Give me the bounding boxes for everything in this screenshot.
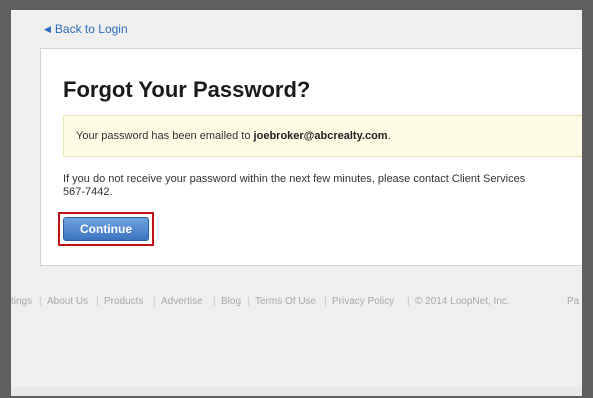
success-notice: Your password has been emailed to joebro…	[63, 115, 582, 157]
page-title: Forgot Your Password?	[63, 77, 311, 102]
notice-period: .	[387, 130, 391, 142]
footer-link-advertise[interactable]: Advertise	[161, 296, 203, 307]
continue-button[interactable]: Continue	[63, 217, 149, 241]
page-viewport: ◀ Back to Login Forgot Your Password? You…	[11, 10, 582, 396]
back-to-login-label: Back to Login	[54, 22, 128, 36]
footer-copyright: © 2014 LoopNet, Inc.	[415, 296, 510, 307]
footer-separator: |	[96, 296, 99, 307]
contact-info-line-1: If you do not receive your password with…	[63, 173, 526, 185]
footer-link-partial[interactable]: Pa	[567, 296, 579, 307]
footer-separator: |	[39, 296, 42, 307]
footer-separator: |	[247, 296, 250, 307]
footer-link-blog[interactable]: Blog	[221, 296, 241, 307]
page-bottom-strip	[11, 387, 582, 396]
notice-email: joebroker@abcrealty.com	[253, 130, 388, 142]
contact-info: If you do not receive your password with…	[63, 173, 582, 199]
forgot-password-panel: Forgot Your Password? Your password has …	[40, 48, 582, 266]
footer-link-privacy-policy[interactable]: Privacy Policy	[332, 296, 394, 307]
footer-separator: |	[213, 296, 216, 307]
screenshot-frame: ◀ Back to Login Forgot Your Password? You…	[0, 0, 593, 398]
notice-text: Your password has been emailed to	[76, 130, 254, 142]
contact-info-line-2: 567-7442.	[63, 186, 113, 198]
back-to-login-link[interactable]: ◀ Back to Login	[44, 22, 128, 36]
footer-link-terms-of-use[interactable]: Terms Of Use	[255, 296, 316, 307]
footer-separator: |	[324, 296, 327, 307]
footer-link-about-us[interactable]: About Us	[47, 296, 88, 307]
left-triangle-icon: ◀	[44, 24, 51, 34]
footer-link-products[interactable]: Products	[104, 296, 143, 307]
footer-link-listings[interactable]: tings	[11, 296, 32, 307]
footer-separator: |	[153, 296, 156, 307]
continue-highlight-outline: Continue	[58, 212, 154, 246]
footer-separator: |	[407, 296, 410, 307]
